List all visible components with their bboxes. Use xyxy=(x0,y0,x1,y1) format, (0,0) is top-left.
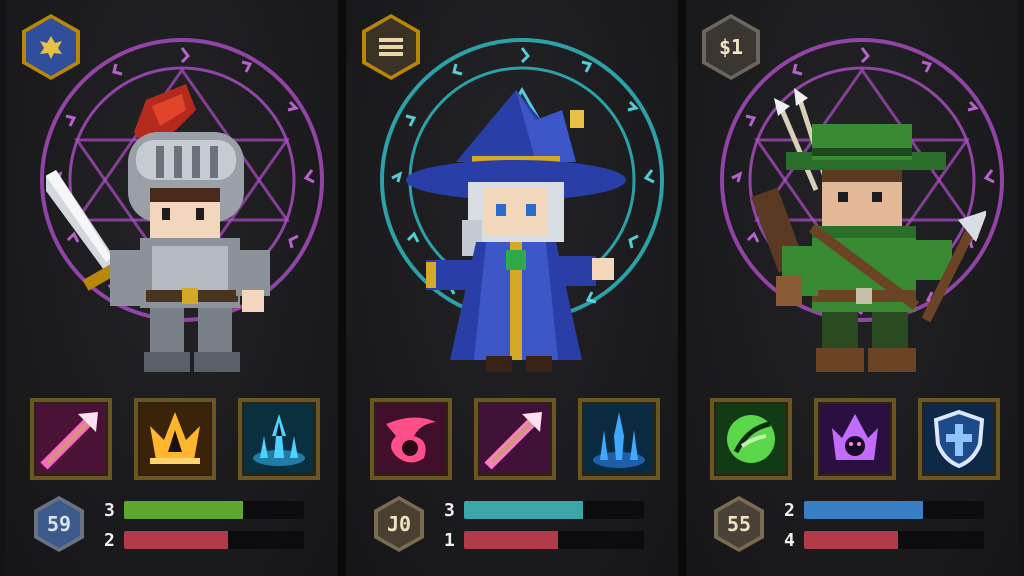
stat-bar xyxy=(804,531,984,549)
stat-bar xyxy=(804,501,984,519)
stat-bar xyxy=(124,501,304,519)
stat-fill xyxy=(804,501,923,519)
knight-sprite xyxy=(46,84,270,372)
crimson-slash-icon xyxy=(386,417,436,463)
menu-icon xyxy=(379,38,403,56)
level-value: 55 xyxy=(726,512,752,536)
stat-value: 1 xyxy=(444,529,455,551)
hero-card-ranger[interactable]: $1 55 2 4 xyxy=(686,0,1018,576)
level-badge: 59 xyxy=(34,496,84,552)
wizard-sprite xyxy=(406,90,626,372)
level-value: J0 xyxy=(386,512,412,536)
skill-bar xyxy=(30,398,320,480)
stat-bar xyxy=(124,531,304,549)
arrow-strike-icon xyxy=(484,412,542,470)
skill-slot[interactable] xyxy=(30,398,112,480)
level-badge: J0 xyxy=(374,496,424,552)
card-divider xyxy=(338,0,346,576)
stat-value: 4 xyxy=(784,529,795,551)
card-divider xyxy=(678,0,686,576)
crest-icon xyxy=(40,36,62,59)
skill-slot[interactable] xyxy=(710,398,792,480)
arrow-strike-icon xyxy=(40,412,98,470)
level-value: 59 xyxy=(46,512,72,536)
level-badge: 55 xyxy=(714,496,764,552)
stat-row: 3 xyxy=(444,499,644,521)
stat-value: 2 xyxy=(784,499,795,521)
stat-row: 2 xyxy=(784,499,984,521)
hero-card-knight[interactable]: 59 3 2 xyxy=(6,0,338,576)
stat-value: 3 xyxy=(104,499,115,521)
fire-burst-icon xyxy=(150,412,200,464)
emblem-bg xyxy=(26,18,76,76)
stat-value: 3 xyxy=(444,499,455,521)
stat-fill xyxy=(124,531,229,549)
ice-spikes-icon xyxy=(593,412,645,468)
stat-bar xyxy=(464,531,644,549)
stat-row: 1 xyxy=(444,529,644,551)
skill-slot[interactable] xyxy=(814,398,896,480)
coin-badge: $1 xyxy=(718,35,744,59)
ranger-sprite xyxy=(751,88,986,372)
shield-cross-icon xyxy=(933,409,985,469)
hero-card-wizard[interactable]: J0 3 1 xyxy=(346,0,678,576)
skill-slot[interactable] xyxy=(578,398,660,480)
leaf-strike-icon xyxy=(727,415,775,463)
skill-bar xyxy=(710,398,1000,480)
skill-slot[interactable] xyxy=(370,398,452,480)
stat-row: 4 xyxy=(784,529,984,551)
skill-slot[interactable] xyxy=(918,398,1000,480)
skill-slot[interactable] xyxy=(238,398,320,480)
stat-bar xyxy=(464,501,644,519)
stat-row: 2 xyxy=(104,529,304,551)
stat-fill xyxy=(804,531,898,549)
skill-slot[interactable] xyxy=(474,398,556,480)
shadow-flame-icon xyxy=(832,414,878,460)
stat-fill xyxy=(124,501,243,519)
stat-fill xyxy=(464,501,583,519)
skill-bar xyxy=(370,398,660,480)
ice-spikes-icon xyxy=(253,414,305,466)
stat-fill xyxy=(464,531,558,549)
stat-row: 3 xyxy=(104,499,304,521)
skill-slot[interactable] xyxy=(134,398,216,480)
stat-value: 2 xyxy=(104,529,115,551)
